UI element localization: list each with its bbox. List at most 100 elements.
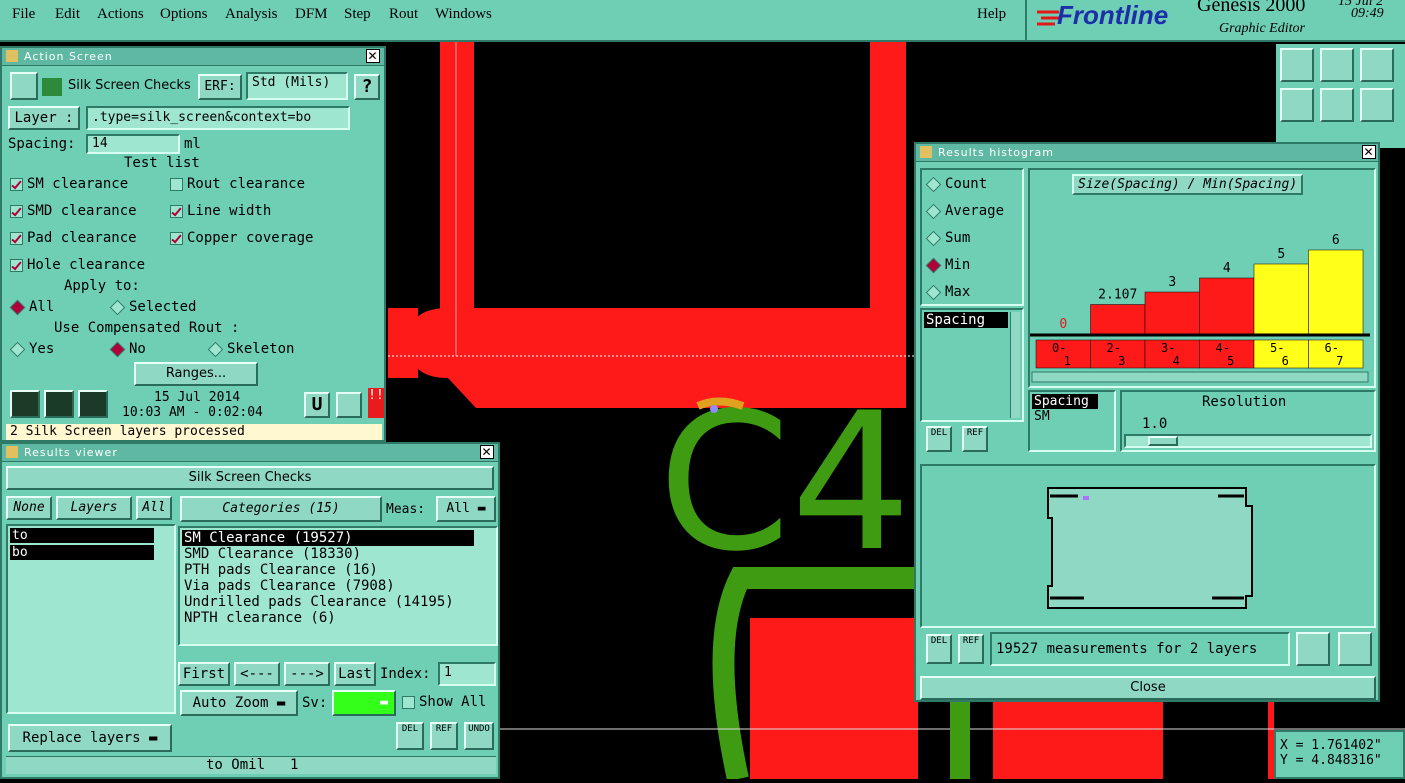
spacing-sublist[interactable]: Spacing SM xyxy=(1028,390,1116,452)
del-button[interactable]: DEL xyxy=(926,634,952,664)
run-all-icon[interactable] xyxy=(78,390,108,418)
results-viewer-titlebar[interactable]: Results viewer ✕ xyxy=(2,444,498,462)
first-button[interactable]: First xyxy=(178,662,230,686)
report-icon[interactable] xyxy=(10,72,38,100)
next-button[interactable]: ---> xyxy=(284,662,330,686)
layer-input[interactable]: .type=silk_screen&context=bo xyxy=(86,106,350,130)
mode-sum[interactable]: Sum xyxy=(925,230,970,246)
ref-button[interactable]: REF xyxy=(962,426,988,452)
close-button[interactable]: Close xyxy=(920,676,1376,700)
layers-none-button[interactable]: None xyxy=(6,496,52,520)
menu-actions[interactable]: Actions xyxy=(97,6,144,23)
spacing-input[interactable]: 14 xyxy=(86,134,180,154)
zoom-search-icon[interactable] xyxy=(336,392,362,418)
list-item[interactable]: Spacing xyxy=(1032,394,1098,409)
categories-list[interactable]: SM Clearance (19527) SMD Clearance (1833… xyxy=(178,526,498,646)
prev-button[interactable]: <--- xyxy=(234,662,280,686)
window-menu-icon[interactable] xyxy=(6,446,18,458)
list-item[interactable]: SM Clearance (19527) xyxy=(182,530,474,546)
index-input[interactable]: 1 xyxy=(438,662,496,686)
measure-list[interactable]: Spacing xyxy=(920,308,1024,422)
mode-average[interactable]: Average xyxy=(925,203,1004,219)
ref-button[interactable]: REF xyxy=(430,722,458,750)
window-menu-icon[interactable] xyxy=(920,146,932,158)
list-item[interactable]: SM xyxy=(1030,409,1114,424)
menu-analysis[interactable]: Analysis xyxy=(225,6,278,23)
undo-button[interactable]: UNDO xyxy=(464,722,494,750)
test-hole-clearance[interactable]: Hole clearance xyxy=(10,257,145,273)
mode-count[interactable]: Count xyxy=(925,176,987,192)
menu-help[interactable]: Help xyxy=(977,6,1006,23)
list-item[interactable]: NPTH clearance (6) xyxy=(180,610,496,626)
tool-zoom-down-icon[interactable] xyxy=(1320,48,1354,82)
vertical-scrollbar[interactable] xyxy=(1010,312,1020,418)
histogram-titlebar[interactable]: Results histogram ✕ xyxy=(916,144,1378,162)
import-icon[interactable] xyxy=(1338,632,1372,666)
layers-list[interactable]: to bo xyxy=(6,524,176,714)
close-icon[interactable]: ✕ xyxy=(1362,145,1376,159)
del-button[interactable]: DEL xyxy=(396,722,424,750)
action-screen-titlebar[interactable]: Action Screen ✕ xyxy=(2,48,384,66)
test-sm-clearance[interactable]: SM clearance xyxy=(10,176,128,192)
list-item[interactable]: SMD Clearance (18330) xyxy=(180,546,496,562)
window-menu-icon[interactable] xyxy=(6,50,18,62)
erf-button[interactable]: ERF: xyxy=(198,74,242,100)
comp-skeleton-radio[interactable]: Skeleton xyxy=(207,341,294,357)
show-all-toggle[interactable]: Show All xyxy=(402,694,486,710)
menu-edit[interactable]: Edit xyxy=(55,6,80,23)
mode-max[interactable]: Max xyxy=(925,284,970,300)
tool-zoom-home-icon[interactable] xyxy=(1280,48,1314,82)
list-item[interactable]: Undrilled pads Clearance (14195) xyxy=(180,594,496,610)
mode-min[interactable]: Min xyxy=(925,257,970,273)
comp-yes-radio[interactable]: Yes xyxy=(9,341,54,357)
tool-rotate-icon[interactable] xyxy=(1360,88,1394,122)
close-icon[interactable]: ✕ xyxy=(366,49,380,63)
results-viewer-window: Results viewer ✕ Silk Screen Checks None… xyxy=(0,442,500,779)
auto-zoom-select[interactable]: Auto Zoom ▬ xyxy=(180,690,298,716)
list-item[interactable]: Via pads Clearance (7908) xyxy=(180,578,496,594)
layers-all-button[interactable]: All xyxy=(136,496,172,520)
menu-windows[interactable]: Windows xyxy=(435,6,492,23)
export-icon[interactable] xyxy=(1296,632,1330,666)
tool-house-icon[interactable] xyxy=(1360,48,1394,82)
erf-value-field[interactable]: Std (Mils) xyxy=(246,72,348,100)
layers-button[interactable]: Layers xyxy=(56,496,132,520)
menu-file[interactable]: File xyxy=(12,6,35,23)
tool-pan-left-icon[interactable] xyxy=(1280,88,1314,122)
slider-thumb[interactable] xyxy=(1148,436,1178,446)
test-smd-clearance[interactable]: SMD clearance xyxy=(10,203,137,219)
menu-step[interactable]: Step xyxy=(344,6,371,23)
undo-u-button[interactable]: U xyxy=(304,392,330,418)
test-pad-clearance[interactable]: Pad clearance xyxy=(10,230,137,246)
ranges-button[interactable]: Ranges... xyxy=(134,362,258,386)
menu-options[interactable]: Options xyxy=(160,6,208,23)
test-copper-coverage[interactable]: Copper coverage xyxy=(170,230,313,246)
meas-select[interactable]: All ▬ xyxy=(436,496,496,522)
run-icon[interactable] xyxy=(10,390,40,418)
replace-layers-select[interactable]: Replace layers ▬ xyxy=(8,724,172,752)
list-item[interactable]: PTH pads Clearance (16) xyxy=(180,562,496,578)
list-item[interactable]: to xyxy=(10,528,154,543)
comp-no-radio[interactable]: No xyxy=(109,341,146,357)
list-item[interactable]: bo xyxy=(10,545,154,560)
close-icon[interactable]: ✕ xyxy=(480,445,494,459)
run-selected-icon[interactable] xyxy=(44,390,74,418)
resolution-slider[interactable] xyxy=(1124,434,1372,448)
menu-dfm[interactable]: DFM xyxy=(295,6,328,23)
tool-pan-right-icon[interactable] xyxy=(1320,88,1354,122)
sv-color-select[interactable]: ▬ xyxy=(332,690,396,716)
board-preview[interactable] xyxy=(920,464,1376,628)
help-button[interactable]: ? xyxy=(354,74,380,100)
test-rout-clearance[interactable]: Rout clearance xyxy=(170,176,305,192)
apply-selected-radio[interactable]: Selected xyxy=(109,299,196,315)
apply-all-radio[interactable]: All xyxy=(9,299,54,315)
last-button[interactable]: Last xyxy=(334,662,376,686)
categories-button[interactable]: Categories (15) xyxy=(180,496,382,522)
menu-rout[interactable]: Rout xyxy=(389,6,418,23)
radio-icon xyxy=(925,284,942,300)
list-item[interactable]: Spacing xyxy=(924,312,1008,328)
ref-button[interactable]: REF xyxy=(958,634,984,664)
test-line-width[interactable]: Line width xyxy=(170,203,271,219)
del-button[interactable]: DEL xyxy=(926,426,952,452)
layer-button[interactable]: Layer : xyxy=(8,106,80,130)
